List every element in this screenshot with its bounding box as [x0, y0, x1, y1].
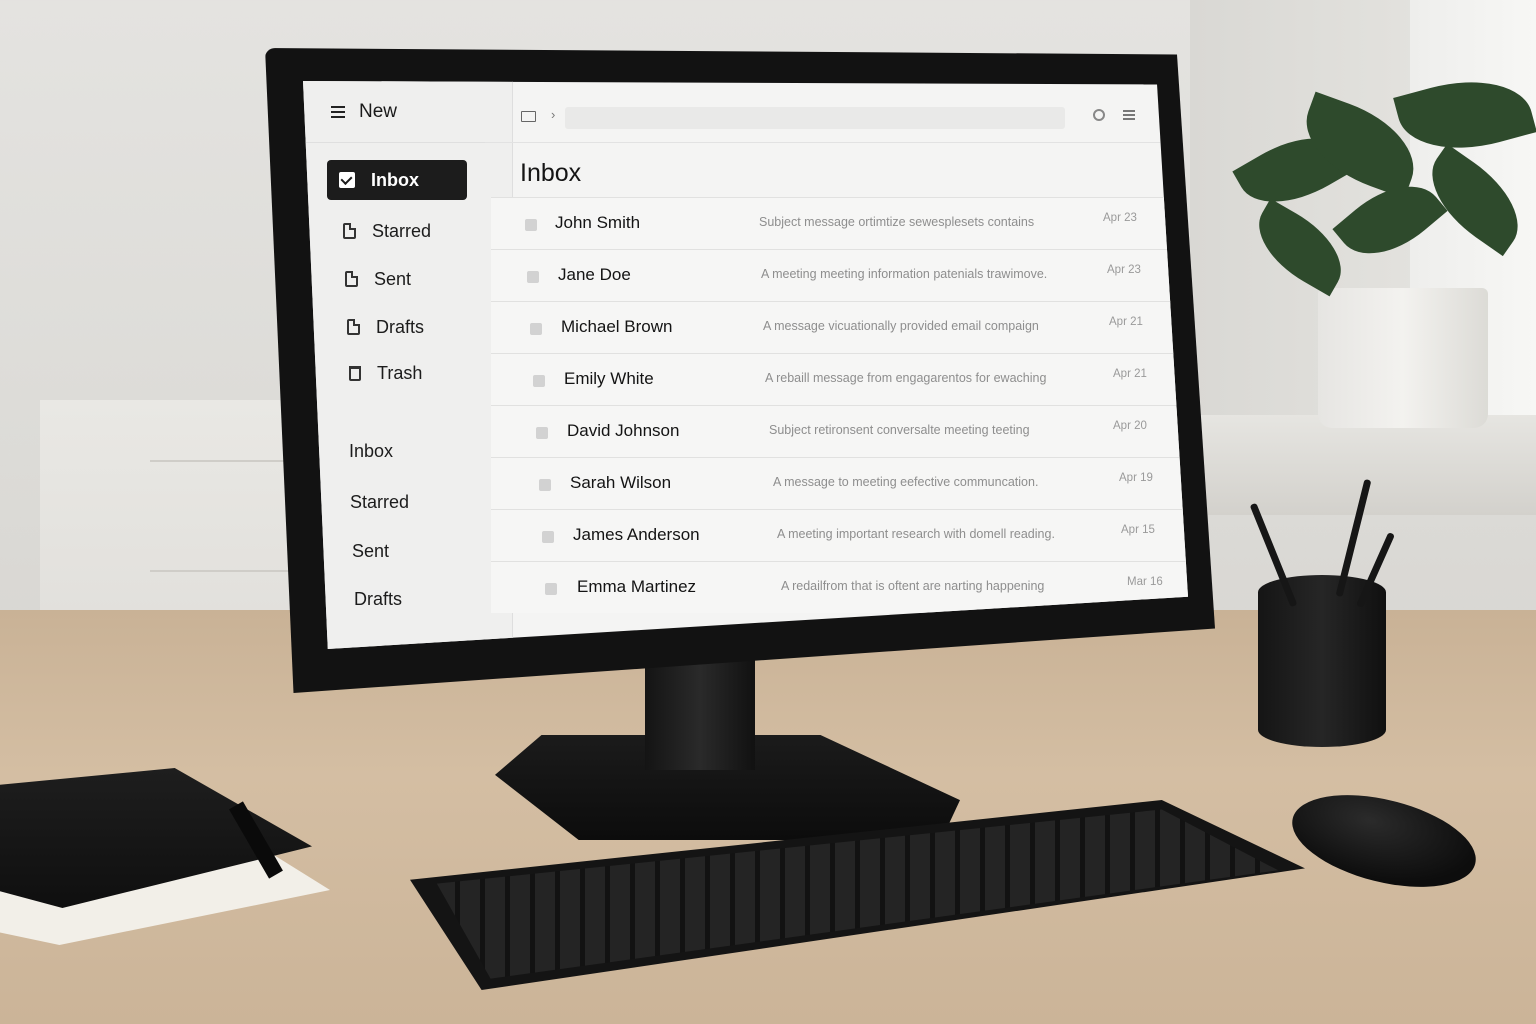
sidebar-secondary-inbox[interactable]: Inbox: [349, 441, 393, 462]
email-date: Mar 16: [1127, 576, 1163, 588]
email-row[interactable]: James Anderson A meeting important resea…: [491, 509, 1188, 561]
select-all-icon[interactable]: [521, 111, 536, 122]
email-preview: A rebaill message from engagarentos for …: [765, 371, 1047, 385]
email-sender: Jane Doe: [558, 265, 631, 284]
email-checkbox[interactable]: [530, 323, 542, 335]
sidebar-item-drafts[interactable]: Drafts: [347, 307, 424, 347]
monitor-stand-neck: [645, 660, 755, 770]
new-button[interactable]: New: [331, 99, 397, 125]
check-icon: [339, 172, 355, 188]
settings-icon[interactable]: [1093, 109, 1105, 121]
pen-cup: [1258, 575, 1386, 747]
email-date: Apr 21: [1109, 316, 1143, 328]
sidebar-secondary-starred[interactable]: Starred: [350, 492, 409, 513]
email-preview: A redailfrom that is oftent are narting …: [781, 579, 1045, 593]
sidebar-header: New: [303, 81, 485, 143]
sidebar: New Inbox Starred Sent Drafts Trash Inbo…: [303, 81, 513, 649]
sidebar-secondary-sent[interactable]: Sent: [352, 541, 389, 562]
sidebar-secondary-drafts[interactable]: Drafts: [354, 589, 402, 610]
sidebar-item-label: Starred: [372, 220, 432, 241]
plant-pot: [1318, 288, 1488, 428]
email-row[interactable]: Jane Doe A meeting meeting information p…: [491, 249, 1188, 301]
sidebar-item-label: Trash: [377, 362, 423, 383]
email-date: Apr 23: [1107, 264, 1141, 276]
email-checkbox[interactable]: [539, 479, 551, 491]
menu-icon[interactable]: [1123, 110, 1135, 120]
email-row[interactable]: Michael Brown A message vicuationally pr…: [491, 301, 1188, 353]
email-date: Apr 19: [1119, 472, 1153, 484]
email-checkbox[interactable]: [545, 583, 557, 595]
email-sender: Emily White: [564, 369, 654, 388]
sidebar-item-label: Sent: [374, 268, 412, 289]
email-preview: A meeting meeting information patenials …: [761, 267, 1048, 281]
sidebar-item-inbox[interactable]: Inbox: [327, 160, 467, 200]
email-sender: David Johnson: [567, 421, 680, 440]
search-input[interactable]: [565, 107, 1065, 129]
email-sender: Sarah Wilson: [570, 473, 672, 492]
email-row[interactable]: Sarah Wilson A message to meeting eefect…: [491, 457, 1188, 509]
email-preview: Subject message ortimtize sewesplesets c…: [759, 215, 1035, 229]
email-date: Apr 21: [1113, 368, 1147, 380]
email-sender: Michael Brown: [561, 317, 673, 336]
email-preview: Subject retironsent conversalte meeting …: [769, 423, 1030, 437]
email-checkbox[interactable]: [542, 531, 554, 543]
document-icon: [347, 319, 360, 335]
email-sender: James Anderson: [573, 525, 700, 544]
email-preview: A meeting important research with domell…: [777, 527, 1055, 541]
hamburger-menu-icon[interactable]: [331, 106, 345, 118]
email-preview: A message vicuationally provided email c…: [763, 319, 1039, 333]
email-checkbox[interactable]: [525, 219, 537, 231]
sidebar-item-sent[interactable]: Sent: [345, 259, 411, 299]
email-date: Apr 15: [1121, 524, 1155, 536]
sidebar-item-starred[interactable]: Starred: [343, 211, 431, 251]
email-row[interactable]: David Johnson Subject retironsent conver…: [491, 405, 1188, 457]
toolbar: ›: [485, 81, 1185, 143]
email-row[interactable]: John Smith Subject message ortimtize sew…: [491, 197, 1188, 249]
email-checkbox[interactable]: [527, 271, 539, 283]
email-sender: Emma Martinez: [577, 577, 697, 596]
document-icon: [345, 271, 358, 287]
email-app-screen: New Inbox Starred Sent Drafts Trash Inbo…: [303, 81, 1188, 649]
sidebar-item-label: Inbox: [371, 169, 419, 190]
background-shelf: [1200, 415, 1536, 515]
chevron-right-icon[interactable]: ›: [551, 107, 555, 122]
email-checkbox[interactable]: [533, 375, 545, 387]
trash-icon: [349, 365, 361, 381]
email-row[interactable]: Emily White A rebaill message from engag…: [491, 353, 1188, 405]
email-checkbox[interactable]: [536, 427, 548, 439]
email-preview: A message to meeting eefective communcat…: [773, 475, 1039, 489]
sidebar-item-label: Drafts: [376, 316, 425, 337]
sidebar-item-trash[interactable]: Trash: [349, 353, 422, 393]
new-button-label: New: [359, 101, 398, 122]
email-date: Apr 20: [1113, 420, 1147, 432]
email-date: Apr 23: [1103, 212, 1137, 224]
email-sender: John Smith: [555, 213, 641, 232]
page-title: Inbox: [520, 159, 582, 187]
document-icon: [343, 223, 356, 239]
